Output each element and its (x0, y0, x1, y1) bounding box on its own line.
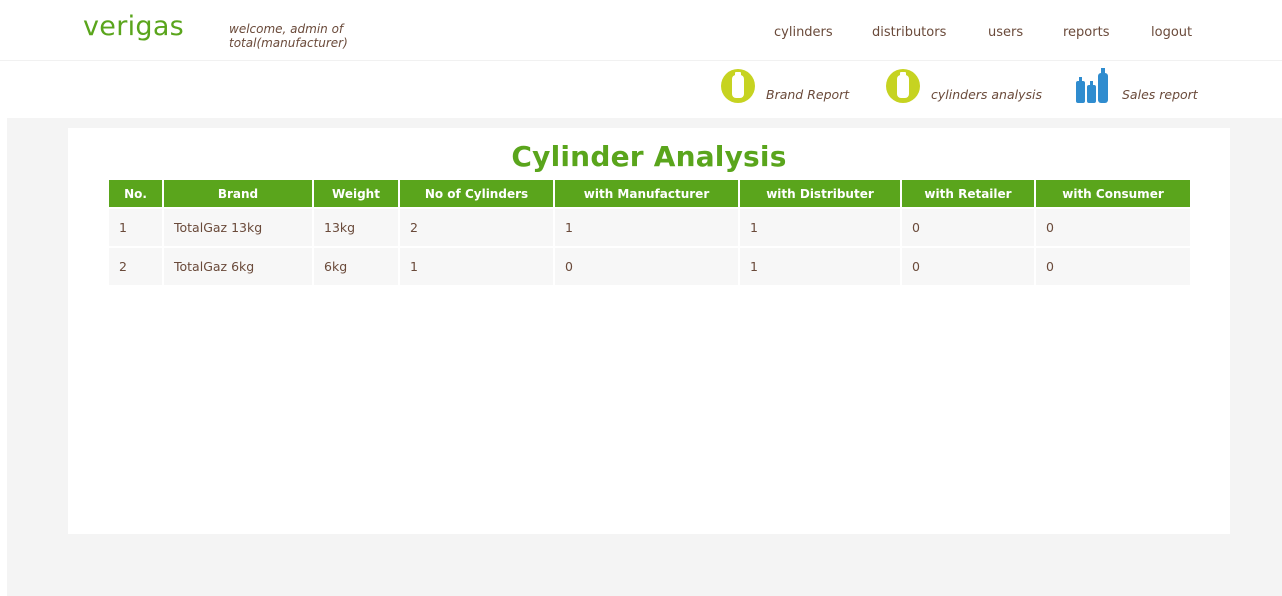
subnav-cylinders-analysis-label: cylinders analysis (931, 87, 1042, 102)
col-header-with-retailer: with Retailer (902, 180, 1036, 207)
subnav-brand-report-label: Brand Report (766, 87, 850, 102)
header: verigas welcome, admin of total(manufact… (0, 0, 1282, 118)
cell-with-consumer: 0 (1036, 246, 1190, 285)
nav-reports[interactable]: reports (1063, 25, 1109, 40)
welcome-message: welcome, admin of total(manufacturer) (229, 22, 348, 50)
subnav-sales-report-label: Sales report (1122, 87, 1198, 102)
cylinder-analysis-table: No. Brand Weight No of Cylinders with Ma… (109, 180, 1190, 285)
table-row: 1 TotalGaz 13kg 13kg 2 1 1 0 0 (109, 207, 1190, 246)
subnav-brand-report[interactable]: Brand Report (720, 67, 850, 105)
table-row: 2 TotalGaz 6kg 6kg 1 0 1 0 0 (109, 246, 1190, 285)
cell-with-manufacturer: 1 (555, 207, 740, 246)
col-header-with-distributer: with Distributer (740, 180, 902, 207)
subnav-cylinders-analysis[interactable]: cylinders analysis (885, 67, 1042, 105)
cell-with-distributer: 1 (740, 246, 902, 285)
col-header-brand: Brand (164, 180, 314, 207)
nav-users[interactable]: users (988, 25, 1023, 40)
cell-no: 1 (109, 207, 164, 246)
cell-no-of-cylinders: 2 (400, 207, 555, 246)
cell-with-manufacturer: 0 (555, 246, 740, 285)
nav-cylinders[interactable]: cylinders (774, 25, 833, 40)
cell-no: 2 (109, 246, 164, 285)
cylinder-icon (886, 69, 920, 103)
cell-brand: TotalGaz 13kg (164, 207, 314, 246)
cell-weight: 6kg (314, 246, 400, 285)
col-header-with-manufacturer: with Manufacturer (555, 180, 740, 207)
header-divider (0, 60, 1282, 61)
cell-brand: TotalGaz 6kg (164, 246, 314, 285)
cell-no-of-cylinders: 1 (400, 246, 555, 285)
cylinder-icon (721, 69, 755, 103)
nav-distributors[interactable]: distributors (872, 25, 946, 40)
col-header-no-of-cylinders: No of Cylinders (400, 180, 555, 207)
table-header-row: No. Brand Weight No of Cylinders with Ma… (109, 180, 1190, 207)
cell-weight: 13kg (314, 207, 400, 246)
col-header-with-consumer: with Consumer (1036, 180, 1190, 207)
nav-logout[interactable]: logout (1151, 25, 1192, 40)
col-header-weight: Weight (314, 180, 400, 207)
cell-with-retailer: 0 (902, 246, 1036, 285)
cell-with-retailer: 0 (902, 207, 1036, 246)
col-header-no: No. (109, 180, 164, 207)
logo[interactable]: verigas (83, 11, 184, 42)
cell-with-consumer: 0 (1036, 207, 1190, 246)
cylinders-group-icon (1076, 68, 1108, 103)
page-title: Cylinder Analysis (511, 140, 787, 173)
cell-with-distributer: 1 (740, 207, 902, 246)
subnav-sales-report[interactable]: Sales report (1075, 67, 1200, 105)
